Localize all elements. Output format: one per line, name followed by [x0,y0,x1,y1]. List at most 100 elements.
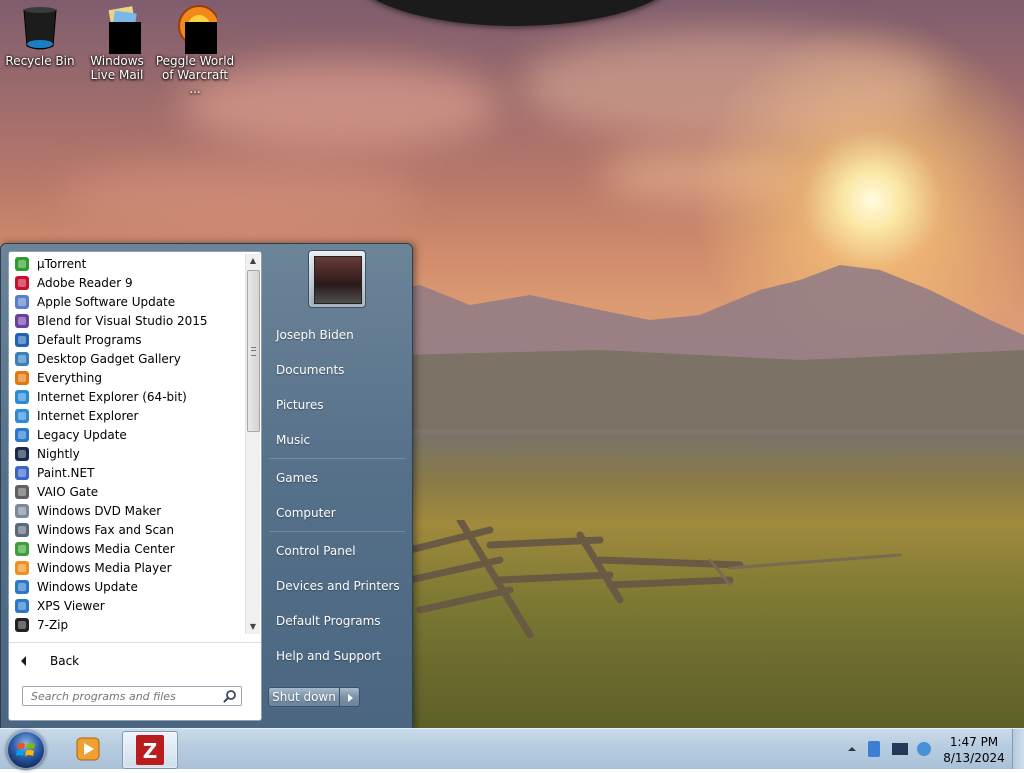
cloud [520,30,940,140]
desktop-icon-peggle[interactable]: Peggle World of Warcraft ... [155,4,235,96]
desktop-icon-windows-live-mail[interactable]: Windows Live Mail [77,4,157,82]
system-tray [848,741,931,757]
program-label: Everything [37,370,102,385]
taskbar-clock[interactable]: 1:47 PM 8/13/2024 [936,734,1012,766]
program-item[interactable]: Default Programs [11,330,245,349]
desktop-icon-label: Windows Live Mail [90,54,144,82]
all-programs-list: µTorrent Adobe Reader 9 Apple Software Upd… [11,254,245,642]
menu-item-documents[interactable]: Documents [276,360,344,380]
desktop-gadget[interactable] [350,0,680,26]
everything-icon [14,370,30,386]
svg-text:Z: Z [143,739,158,763]
program-item[interactable]: Adobe Reader 9 [11,273,245,292]
program-item[interactable]: Internet Explorer (64-bit) [11,387,245,406]
program-item[interactable]: Nightly [11,444,245,463]
menu-item-games[interactable]: Games [276,468,318,488]
program-item[interactable]: Windows DVD Maker [11,501,245,520]
menu-item-computer[interactable]: Computer [276,503,336,523]
program-item[interactable]: Desktop Gadget Gallery [11,349,245,368]
recycle-bin-icon [18,4,62,50]
program-item[interactable]: Windows Media Player [11,558,245,577]
utorrent-icon [14,256,30,272]
windows-update-tray-icon [917,742,931,756]
shutdown-options-arrow-icon[interactable] [340,687,360,707]
program-item[interactable]: 7-Zip [11,615,245,634]
program-item[interactable]: Paint.NET [11,463,245,482]
windows-logo-icon [16,743,35,756]
desktop-icon-recycle-bin[interactable]: Recycle Bin [0,4,80,68]
shutdown-button[interactable]: Shut down [268,687,340,707]
gadget-gallery-icon [14,351,30,367]
show-desktop-button[interactable] [1012,729,1024,769]
cloud [600,150,800,200]
program-item[interactable]: µTorrent [11,254,245,273]
menu-item-control-panel[interactable]: Control Panel [276,541,356,561]
adobe-reader-icon [14,275,30,291]
program-item[interactable]: Windows Fax and Scan [11,520,245,539]
windows-update-icon [14,579,30,595]
program-label: Windows Fax and Scan [37,522,175,537]
program-label: Nightly [37,446,80,461]
network-icon [868,741,880,757]
start-menu-left-pane: µTorrent Adobe Reader 9 Apple Software Upd… [8,251,262,721]
apple-update-icon [14,294,30,310]
program-item[interactable]: Apple Software Update [11,292,245,311]
menu-item-user[interactable]: Joseph Biden [276,325,354,345]
xps-viewer-icon [14,598,30,614]
start-menu: µTorrent Adobe Reader 9 Apple Software Upd… [0,243,413,730]
menu-item-music[interactable]: Music [276,430,310,450]
separator [269,458,405,459]
search-programs-input[interactable] [22,686,242,706]
wooden-fence [406,520,902,639]
media-player-icon [14,560,30,576]
display-icon [892,743,908,755]
program-item[interactable]: Legacy Update [11,425,245,444]
desktop-icon-label: Peggle World of Warcraft ... [155,54,235,96]
scroll-down-arrow-icon[interactable]: ▼ [246,620,260,634]
media-player-icon [76,737,100,761]
peggle-icon [173,4,220,54]
scrollbar-thumb[interactable] [247,270,260,432]
search-icon[interactable] [223,689,237,703]
menu-item-pictures[interactable]: Pictures [276,395,324,415]
program-label: Default Programs [37,332,142,347]
default-programs-icon [14,332,30,348]
windows-live-mail-icon [95,4,141,54]
start-menu-right-pane: Joseph Biden Documents Pictures Music Ga… [263,244,411,729]
program-item[interactable]: Windows Update [11,577,245,596]
program-item[interactable]: XPS Viewer [11,596,245,615]
show-hidden-icons-chevron-icon [848,747,856,751]
taskbar: Z 1:47 PM 8/13/2024 [0,728,1024,770]
desktop-icon-label: Recycle Bin [5,54,75,68]
fax-scan-icon [14,522,30,538]
program-item[interactable]: Blend for Visual Studio 2015 [11,311,245,330]
nightly-icon [14,446,30,462]
program-item[interactable]: Internet Explorer [11,406,245,425]
program-label: Legacy Update [37,427,127,442]
clock-time: 1:47 PM [949,735,999,749]
program-label: Windows Media Center [37,541,175,556]
program-item[interactable]: Everything [11,368,245,387]
menu-item-help-support[interactable]: Help and Support [276,646,381,666]
program-label: Adobe Reader 9 [37,275,133,290]
seven-zip-icon [14,617,30,633]
back-arrow-icon [21,656,26,666]
clock-date: 8/13/2024 [943,751,1005,765]
back-button[interactable]: Back [9,648,261,674]
program-item[interactable]: VAIO Gate [11,482,245,501]
program-item[interactable]: Windows Media Center [11,539,245,558]
program-label: XPS Viewer [37,598,105,613]
program-label: Internet Explorer (64-bit) [37,389,187,404]
menu-item-devices-printers[interactable]: Devices and Printers [276,576,400,596]
dvd-maker-icon [14,503,30,519]
program-list-scrollbar[interactable]: ▲ ▼ [245,254,260,634]
taskbar-filezilla[interactable]: Z [122,731,178,769]
scroll-up-arrow-icon[interactable]: ▲ [246,254,260,268]
start-button[interactable] [6,730,46,770]
program-label: Windows Update [37,579,138,594]
program-label: Blend for Visual Studio 2015 [37,313,208,328]
taskbar-media-player[interactable] [62,731,116,767]
menu-item-default-programs[interactable]: Default Programs [276,611,381,631]
program-label: VAIO Gate [37,484,99,499]
user-avatar[interactable] [308,250,366,308]
